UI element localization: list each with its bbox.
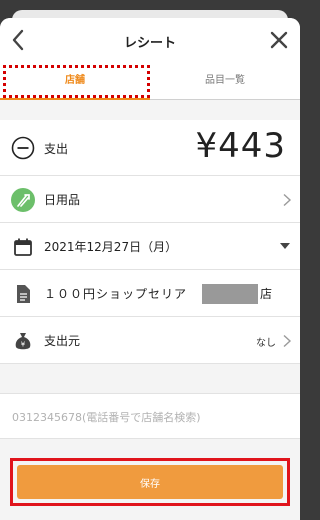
receipt-sheet: レシート 店舗 品目一覧 支出 ¥443 日用品 2021年12月27日（月） …	[0, 18, 300, 520]
svg-text:¥: ¥	[21, 341, 26, 349]
source-value: なし	[256, 338, 276, 349]
category-label: 日用品	[44, 193, 81, 207]
document-icon	[17, 285, 30, 303]
calendar-icon	[14, 238, 32, 256]
active-tab-indicator	[0, 98, 150, 100]
page-title: レシート	[123, 36, 176, 51]
tab-bar: 店舗 品目一覧	[0, 64, 300, 100]
source-label: 支出元	[44, 334, 81, 348]
date-value: 2021年12月27日（月）	[44, 240, 178, 254]
amount-row[interactable]: 支出 ¥443	[0, 120, 300, 176]
tab-items[interactable]: 品目一覧	[150, 64, 300, 100]
close-icon[interactable]	[268, 29, 290, 51]
category-row[interactable]: 日用品	[0, 176, 300, 223]
expense-type-label: 支出	[44, 142, 69, 156]
phone-search-input[interactable]	[12, 406, 288, 428]
dropdown-arrow-icon[interactable]	[280, 243, 290, 250]
chevron-right-icon	[283, 334, 292, 348]
shop-row[interactable]: １００円ショップセリア 店	[0, 270, 300, 317]
redacted-text	[202, 284, 258, 304]
wallet-icon: ¥	[15, 333, 31, 350]
chevron-right-icon	[283, 193, 292, 207]
phone-search-row	[0, 393, 300, 439]
amount-value[interactable]: ¥443	[195, 126, 286, 166]
tab-highlight-box	[3, 65, 150, 98]
date-row[interactable]: 2021年12月27日（月）	[0, 223, 300, 270]
header: レシート	[0, 18, 300, 64]
category-icon	[11, 188, 35, 212]
source-row[interactable]: ¥ 支出元 なし	[0, 317, 300, 364]
save-button[interactable]: 保存	[17, 465, 283, 499]
minus-circle-icon[interactable]	[11, 136, 35, 160]
receipt-details: 支出 ¥443 日用品 2021年12月27日（月） １００円ショップセリア 店…	[0, 120, 300, 364]
shop-suffix: 店	[260, 287, 273, 301]
shop-name: １００円ショップセリア	[44, 287, 188, 301]
save-highlight-box: 保存	[10, 458, 290, 506]
